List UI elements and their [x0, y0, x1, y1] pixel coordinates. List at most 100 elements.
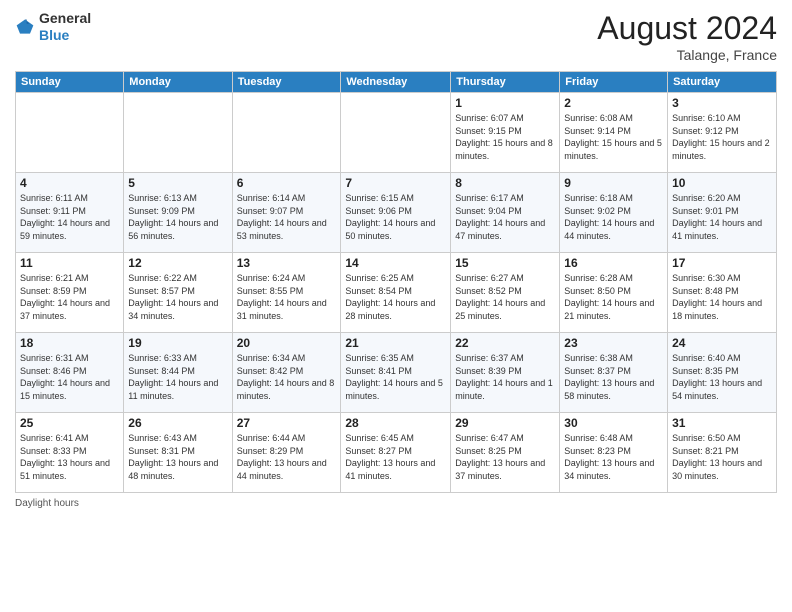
calendar-cell: 6 Sunrise: 6:14 AM Sunset: 9:07 PM Daylig…: [232, 173, 341, 253]
calendar-cell: 5 Sunrise: 6:13 AM Sunset: 9:09 PM Daylig…: [124, 173, 232, 253]
calendar-cell: 21 Sunrise: 6:35 AM Sunset: 8:41 PM Dayli…: [341, 333, 451, 413]
day-info: Sunrise: 6:25 AM Sunset: 8:54 PM Dayligh…: [345, 272, 446, 322]
calendar-day-header: Wednesday: [341, 72, 451, 93]
calendar-cell: 28Sunrise: 6:45 AM Sunset: 8:27 PM Dayli…: [341, 413, 451, 493]
day-info: Sunrise: 6:28 AM Sunset: 8:50 PM Dayligh…: [564, 272, 663, 322]
header: General Blue August 2024 Talange, France: [15, 10, 777, 63]
logo-blue-text: Blue: [39, 27, 69, 43]
day-info: Sunrise: 6:18 AM Sunset: 9:02 PM Dayligh…: [564, 192, 663, 242]
day-info: Sunrise: 6:21 AM Sunset: 8:59 PM Dayligh…: [20, 272, 119, 322]
day-info: Sunrise: 6:11 AM Sunset: 9:11 PM Dayligh…: [20, 192, 119, 242]
day-number: 3: [672, 96, 772, 110]
day-number: 20: [237, 336, 337, 350]
day-number: 6: [237, 176, 337, 190]
calendar-cell: [232, 93, 341, 173]
day-number: 7: [345, 176, 446, 190]
calendar-table: SundayMondayTuesdayWednesdayThursdayFrid…: [15, 71, 777, 493]
day-number: 15: [455, 256, 555, 270]
day-info: Sunrise: 6:35 AM Sunset: 8:41 PM Dayligh…: [345, 352, 446, 402]
day-info: Sunrise: 6:14 AM Sunset: 9:07 PM Dayligh…: [237, 192, 337, 242]
calendar-cell: [16, 93, 124, 173]
calendar-cell: 18Sunrise: 6:31 AM Sunset: 8:46 PM Dayli…: [16, 333, 124, 413]
day-number: 24: [672, 336, 772, 350]
day-info: Sunrise: 6:41 AM Sunset: 8:33 PM Dayligh…: [20, 432, 119, 482]
calendar-cell: 30Sunrise: 6:48 AM Sunset: 8:23 PM Dayli…: [560, 413, 668, 493]
day-number: 19: [128, 336, 227, 350]
day-info: Sunrise: 6:31 AM Sunset: 8:46 PM Dayligh…: [20, 352, 119, 402]
day-info: Sunrise: 6:47 AM Sunset: 8:25 PM Dayligh…: [455, 432, 555, 482]
day-number: 14: [345, 256, 446, 270]
day-number: 12: [128, 256, 227, 270]
day-info: Sunrise: 6:33 AM Sunset: 8:44 PM Dayligh…: [128, 352, 227, 402]
day-number: 31: [672, 416, 772, 430]
calendar-week-row: 1Sunrise: 6:07 AM Sunset: 9:15 PM Daylig…: [16, 93, 777, 173]
calendar-cell: 11 Sunrise: 6:21 AM Sunset: 8:59 PM Dayli…: [16, 253, 124, 333]
day-info: Sunrise: 6:13 AM Sunset: 9:09 PM Dayligh…: [128, 192, 227, 242]
calendar-cell: 4Sunrise: 6:11 AM Sunset: 9:11 PM Daylig…: [16, 173, 124, 253]
day-number: 26: [128, 416, 227, 430]
calendar-cell: 27 Sunrise: 6:44 AM Sunset: 8:29 PM Dayli…: [232, 413, 341, 493]
day-number: 10: [672, 176, 772, 190]
day-info: Sunrise: 6:34 AM Sunset: 8:42 PM Dayligh…: [237, 352, 337, 402]
calendar-cell: [341, 93, 451, 173]
calendar-cell: 13Sunrise: 6:24 AM Sunset: 8:55 PM Dayli…: [232, 253, 341, 333]
calendar-cell: 2 Sunrise: 6:08 AM Sunset: 9:14 PM Daylig…: [560, 93, 668, 173]
day-number: 16: [564, 256, 663, 270]
title-section: August 2024 Talange, France: [597, 10, 777, 63]
day-number: 8: [455, 176, 555, 190]
footer-legend: Daylight hours: [15, 498, 777, 509]
day-number: 5: [128, 176, 227, 190]
day-number: 29: [455, 416, 555, 430]
logo-icon: [15, 17, 35, 37]
calendar-cell: 17Sunrise: 6:30 AM Sunset: 8:48 PM Dayli…: [668, 253, 777, 333]
day-info: Sunrise: 6:20 AM Sunset: 9:01 PM Dayligh…: [672, 192, 772, 242]
calendar-day-header: Sunday: [16, 72, 124, 93]
calendar-cell: 26 Sunrise: 6:43 AM Sunset: 8:31 PM Dayli…: [124, 413, 232, 493]
day-number: 13: [237, 256, 337, 270]
day-number: 17: [672, 256, 772, 270]
calendar-cell: 14 Sunrise: 6:25 AM Sunset: 8:54 PM Dayli…: [341, 253, 451, 333]
calendar-cell: [124, 93, 232, 173]
day-number: 30: [564, 416, 663, 430]
day-number: 23: [564, 336, 663, 350]
calendar-cell: 20 Sunrise: 6:34 AM Sunset: 8:42 PM Dayli…: [232, 333, 341, 413]
calendar-cell: 16 Sunrise: 6:28 AM Sunset: 8:50 PM Dayli…: [560, 253, 668, 333]
day-info: Sunrise: 6:15 AM Sunset: 9:06 PM Dayligh…: [345, 192, 446, 242]
day-info: Sunrise: 6:10 AM Sunset: 9:12 PM Dayligh…: [672, 112, 772, 162]
calendar-cell: 19 Sunrise: 6:33 AM Sunset: 8:44 PM Dayli…: [124, 333, 232, 413]
calendar-day-header: Tuesday: [232, 72, 341, 93]
day-number: 22: [455, 336, 555, 350]
day-info: Sunrise: 6:44 AM Sunset: 8:29 PM Dayligh…: [237, 432, 337, 482]
day-number: 27: [237, 416, 337, 430]
calendar-cell: 12 Sunrise: 6:22 AM Sunset: 8:57 PM Dayli…: [124, 253, 232, 333]
calendar-week-row: 11 Sunrise: 6:21 AM Sunset: 8:59 PM Dayli…: [16, 253, 777, 333]
day-number: 25: [20, 416, 119, 430]
day-info: Sunrise: 6:38 AM Sunset: 8:37 PM Dayligh…: [564, 352, 663, 402]
day-info: Sunrise: 6:07 AM Sunset: 9:15 PM Dayligh…: [455, 112, 555, 162]
calendar-cell: 1Sunrise: 6:07 AM Sunset: 9:15 PM Daylig…: [451, 93, 560, 173]
calendar-cell: 10 Sunrise: 6:20 AM Sunset: 9:01 PM Dayli…: [668, 173, 777, 253]
calendar-cell: 31 Sunrise: 6:50 AM Sunset: 8:21 PM Dayli…: [668, 413, 777, 493]
location-title: Talange, France: [597, 47, 777, 63]
calendar-day-header: Thursday: [451, 72, 560, 93]
calendar-cell: 8Sunrise: 6:17 AM Sunset: 9:04 PM Daylig…: [451, 173, 560, 253]
calendar-day-header: Friday: [560, 72, 668, 93]
calendar-day-header: Saturday: [668, 72, 777, 93]
day-info: Sunrise: 6:50 AM Sunset: 8:21 PM Dayligh…: [672, 432, 772, 482]
day-number: 2: [564, 96, 663, 110]
calendar-cell: 25 Sunrise: 6:41 AM Sunset: 8:33 PM Dayli…: [16, 413, 124, 493]
day-info: Sunrise: 6:40 AM Sunset: 8:35 PM Dayligh…: [672, 352, 772, 402]
month-year-title: August 2024: [597, 10, 777, 47]
calendar-cell: 24 Sunrise: 6:40 AM Sunset: 8:35 PM Dayli…: [668, 333, 777, 413]
day-info: Sunrise: 6:22 AM Sunset: 8:57 PM Dayligh…: [128, 272, 227, 322]
calendar-day-header: Monday: [124, 72, 232, 93]
day-info: Sunrise: 6:45 AM Sunset: 8:27 PM Dayligh…: [345, 432, 446, 482]
calendar-week-row: 25 Sunrise: 6:41 AM Sunset: 8:33 PM Dayli…: [16, 413, 777, 493]
day-info: Sunrise: 6:08 AM Sunset: 9:14 PM Dayligh…: [564, 112, 663, 162]
calendar-cell: 15Sunrise: 6:27 AM Sunset: 8:52 PM Dayli…: [451, 253, 560, 333]
day-number: 21: [345, 336, 446, 350]
day-number: 11: [20, 256, 119, 270]
calendar-cell: 3 Sunrise: 6:10 AM Sunset: 9:12 PM Daylig…: [668, 93, 777, 173]
page: General Blue August 2024 Talange, France…: [0, 0, 792, 612]
day-info: Sunrise: 6:43 AM Sunset: 8:31 PM Dayligh…: [128, 432, 227, 482]
